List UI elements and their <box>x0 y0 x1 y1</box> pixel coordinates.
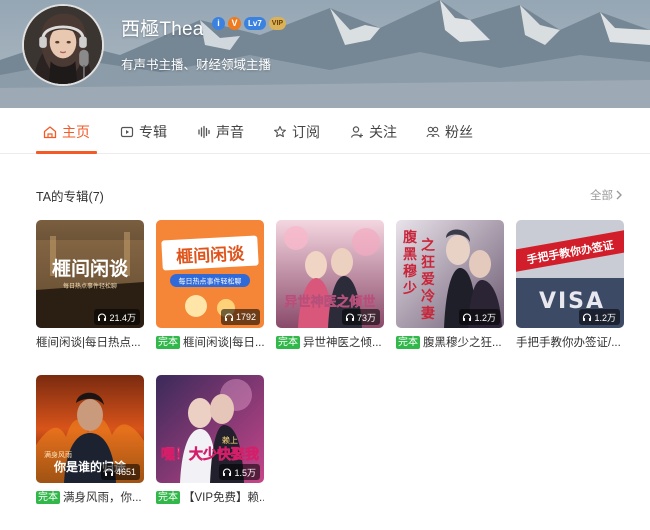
play-count-value: 1.2万 <box>474 312 496 323</box>
album-card[interactable]: 你是谁的归途 满身风雨 4651 完本 满身风雨，你... <box>36 375 144 504</box>
album-title[interactable]: 完本 异世神医之倾... <box>276 334 384 350</box>
tab-fans[interactable]: 粉丝 <box>426 122 473 142</box>
album-cover[interactable]: 腹黑穆少之狂爱冷妻 1.2万 <box>396 220 504 328</box>
finished-tag: 完本 <box>156 490 180 504</box>
album-cover[interactable]: 手把手教你办签证 VISA 1.2万 <box>516 220 624 328</box>
chevron-right-icon <box>616 190 622 200</box>
album-cover-subtitle: 每日热点事件轻松聊 <box>179 277 242 286</box>
play-count: 73万 <box>341 309 380 325</box>
album-cover[interactable]: 你是谁的归途 满身风雨 4651 <box>36 375 144 483</box>
play-count: 1.2万 <box>459 309 500 325</box>
play-count-value: 1792 <box>235 312 256 322</box>
tab-home-label: 主页 <box>62 124 90 140</box>
section-title: TA的专辑(7) <box>36 190 104 204</box>
album-cover[interactable]: 榧间闲谈 每日热点事件轻松聊 1792 <box>156 220 264 328</box>
album-cover[interactable]: 榧间闲谈 每日热点事件轻松聊 21.4万 <box>36 220 144 328</box>
play-count-value: 1.2万 <box>594 312 616 323</box>
home-icon <box>43 126 57 139</box>
album-card[interactable]: 异世神医之倾世 73万 完本 异世神医之倾... <box>276 220 384 349</box>
tab-sounds[interactable]: 声音 <box>197 122 244 142</box>
user-description: 有声书主播、财经领域主播 <box>121 58 272 72</box>
tab-subscriptions-label: 订阅 <box>292 124 320 140</box>
user-badges: i V Lv7 VIP <box>212 17 287 30</box>
album-card[interactable]: 榧间闲谈 每日热点事件轻松聊 1792 完本 榧间闲谈|每日... <box>156 220 264 349</box>
album-card[interactable]: 腹黑穆少之狂爱冷妻 1.2万 完本 腹黑穆少之狂... <box>396 220 504 349</box>
album-card[interactable]: 嘿！大少快娶我 赖上 1.5万 完本 【VIP免费】赖... <box>156 375 264 504</box>
level-badge[interactable]: Lv7 <box>244 17 266 30</box>
finished-tag: 完本 <box>396 335 420 349</box>
finished-tag: 完本 <box>36 490 60 504</box>
play-count-value: 1.5万 <box>234 467 256 478</box>
album-title-text: 榧间闲谈|每日热点... <box>36 337 141 349</box>
album-card[interactable]: 榧间闲谈 每日热点事件轻松聊 21.4万 榧间闲谈|每日热点... <box>36 220 144 349</box>
album-cover[interactable]: 嘿！大少快娶我 赖上 1.5万 <box>156 375 264 483</box>
vip-badge[interactable]: VIP <box>268 17 287 30</box>
profile-tabs: 主页 专辑 声音 订阅 关注 粉丝 <box>0 108 650 154</box>
tab-following[interactable]: 关注 <box>350 122 397 142</box>
tab-sounds-label: 声音 <box>216 124 244 140</box>
album-title-text: 腹黑穆少之狂... <box>423 337 502 349</box>
headphones-icon <box>345 313 355 321</box>
album-title[interactable]: 完本 腹黑穆少之狂... <box>396 334 504 350</box>
tab-albums[interactable]: 专辑 <box>120 122 167 142</box>
album-title-text: 异世神医之倾... <box>303 337 382 349</box>
album-cover[interactable]: 异世神医之倾世 73万 <box>276 220 384 328</box>
album-cover-title: 嘿！大少快娶我 <box>161 446 259 463</box>
album-title-text: 【VIP免费】赖... <box>183 492 264 504</box>
headphones-icon <box>224 313 234 321</box>
album-cover-title: 异世神医之倾世 <box>284 294 375 310</box>
tab-albums-label: 专辑 <box>139 124 167 140</box>
active-tab-indicator <box>36 151 97 154</box>
avatar-image <box>24 6 102 84</box>
tab-fans-label: 粉丝 <box>445 124 473 140</box>
waveform-icon <box>198 125 210 139</box>
star-icon <box>274 125 286 138</box>
user-name: 西極Thea <box>121 19 204 40</box>
album-title[interactable]: 完本 榧间闲谈|每日... <box>156 334 264 350</box>
album-cover-subtitle: 满身风雨 <box>44 450 72 459</box>
play-count: 4651 <box>100 464 140 480</box>
album-title[interactable]: 榧间闲谈|每日热点... <box>36 334 144 350</box>
album-cover-title: 榧间闲谈 <box>52 257 129 280</box>
album-card[interactable]: 手把手教你办签证 VISA 1.2万 手把手教你办签证/... <box>516 220 624 349</box>
album-title[interactable]: 完本 满身风雨，你... <box>36 489 144 505</box>
tab-following-label: 关注 <box>369 124 397 140</box>
avatar[interactable] <box>22 4 104 86</box>
play-count-value: 73万 <box>356 312 376 323</box>
fans-icon <box>426 126 440 138</box>
tab-home[interactable]: 主页 <box>43 122 90 142</box>
play-count: 1792 <box>220 309 260 325</box>
play-count-value: 21.4万 <box>109 312 136 323</box>
album-icon <box>120 126 134 138</box>
vip-v-icon[interactable]: V <box>228 17 241 30</box>
play-count: 21.4万 <box>94 309 140 325</box>
see-all-link[interactable]: 全部 <box>590 187 623 203</box>
headphones-icon <box>223 468 232 476</box>
finished-tag: 完本 <box>156 335 180 349</box>
headphones-icon <box>104 468 114 476</box>
album-title[interactable]: 完本 【VIP免费】赖... <box>156 489 264 505</box>
play-count: 1.2万 <box>579 309 620 325</box>
album-cover-subtitle: 赖上 <box>222 435 238 445</box>
finished-tag: 完本 <box>276 335 300 349</box>
album-cover-title: 榧间闲谈 <box>176 243 246 268</box>
play-count-value: 4651 <box>115 467 136 477</box>
verified-icon[interactable]: i <box>212 17 225 30</box>
profile-banner: 西極Thea i V Lv7 VIP 有声书主播、财经领域主播 <box>0 0 650 108</box>
album-cover-subtitle: 每日热点事件轻松聊 <box>63 282 117 290</box>
play-count: 1.5万 <box>219 464 260 480</box>
headphones-icon <box>463 313 472 321</box>
album-title-text: 榧间闲谈|每日... <box>183 337 264 349</box>
album-title[interactable]: 手把手教你办签证/... <box>516 334 624 350</box>
tab-subscriptions[interactable]: 订阅 <box>273 122 320 142</box>
album-title-text: 满身风雨，你... <box>63 492 142 504</box>
see-all-label: 全部 <box>590 190 613 202</box>
headphones-icon <box>98 313 107 321</box>
album-title-text: 手把手教你办签证/... <box>516 337 621 349</box>
user-follow-icon <box>350 126 363 138</box>
headphones-icon <box>583 313 592 321</box>
